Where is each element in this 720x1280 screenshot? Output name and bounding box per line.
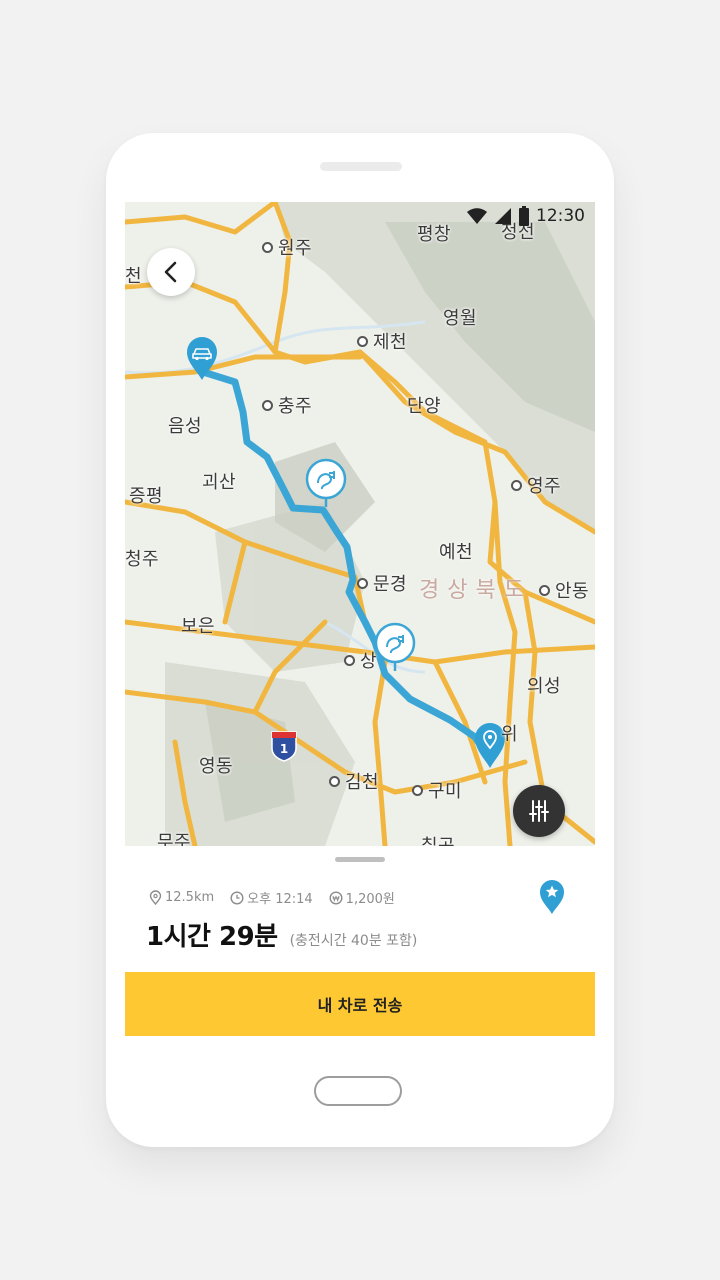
map-label-pyeongchang: 평창 — [417, 224, 452, 245]
route-summary-sheet: 12.5km 오후 12:14 1,200원 1시간 29분 (충전시간 40분… — [125, 846, 595, 1036]
charging-station-pin-1[interactable] — [303, 458, 349, 508]
route-map[interactable]: 1 원주 평창 정선 천 제천 영월 충주 단양 음성 괴산 증평 영주 청주 … — [125, 202, 595, 846]
cost-item: 1,200원 — [329, 888, 395, 907]
sheet-drag-handle[interactable] — [335, 857, 385, 862]
highway-shield-icon: 1 — [271, 731, 297, 762]
map-label-uiseong: 의성 — [527, 676, 562, 697]
route-options-button[interactable] — [513, 785, 565, 837]
duration-row: 1시간 29분 (충전시간 40분 포함) — [146, 916, 417, 953]
wifi-icon — [467, 208, 487, 224]
trip-meta: 12.5km 오후 12:14 1,200원 — [149, 888, 411, 907]
map-label-boeun: 보은 — [181, 616, 216, 637]
map-label-cheongju: 청주 — [125, 549, 160, 570]
send-to-car-button[interactable]: 내 차로 전송 — [125, 972, 595, 1036]
map-label-yecheon: 예천 — [439, 542, 474, 563]
map-label-yeongdong: 영동 — [199, 756, 234, 777]
map-label-goesan: 괴산 — [202, 472, 237, 493]
trip-cost: 1,200원 — [345, 892, 395, 907]
map-label-wonju: 원주 — [262, 234, 312, 260]
home-button[interactable] — [314, 1076, 402, 1106]
map-label-danyang: 단양 — [407, 396, 442, 417]
map-label-sangju: 상 — [344, 647, 377, 673]
map-label-eumseong: 음성 — [168, 416, 203, 437]
clock-icon — [230, 890, 244, 905]
arrival-item: 오후 12:14 — [230, 888, 313, 907]
map-label-yeongwol: 영월 — [443, 308, 478, 329]
map-label-gimcheon: 김천 — [329, 768, 379, 794]
app-screen: 1 원주 평창 정선 천 제천 영월 충주 단양 음성 괴산 증평 영주 청주 … — [125, 202, 595, 1036]
favorite-star-pin-icon[interactable] — [538, 878, 566, 916]
chevron-left-icon — [164, 261, 177, 283]
map-label-wi: 위 — [501, 724, 519, 745]
phone-speaker — [320, 162, 402, 171]
map-label-mungyeong: 문경 — [357, 570, 407, 596]
map-label-gumi: 구미 — [412, 777, 462, 803]
trip-distance: 12.5km — [165, 890, 215, 905]
map-label-chungju: 충주 — [262, 392, 312, 418]
won-currency-icon — [329, 890, 343, 905]
map-label-region: 경상북도 — [419, 578, 532, 603]
map-label-jeungpyeong: 증평 — [129, 486, 164, 507]
map-label-cheon: 천 — [125, 266, 143, 287]
distance-item: 12.5km — [149, 890, 214, 905]
back-button[interactable] — [147, 248, 195, 296]
map-label-yeongju: 영주 — [511, 472, 561, 498]
highway-number: 1 — [280, 742, 288, 756]
charging-time-note: (충전시간 40분 포함) — [289, 933, 418, 949]
map-label-jecheon: 제천 — [357, 328, 407, 354]
charging-station-pin-2[interactable] — [372, 622, 418, 672]
status-time: 12:30 — [536, 206, 585, 226]
battery-icon — [519, 206, 529, 226]
map-label-chilgok: 칠곡 — [421, 832, 455, 846]
cellular-signal-icon — [495, 208, 511, 224]
location-pin-icon — [149, 890, 162, 905]
sliders-icon — [529, 800, 549, 822]
map-canvas — [125, 202, 595, 846]
map-label-muju: 무주 — [157, 832, 192, 846]
start-car-pin[interactable] — [185, 335, 219, 381]
status-bar: 12:30 — [466, 205, 585, 227]
trip-arrival-time: 오후 12:14 — [247, 892, 313, 907]
trip-duration: 1시간 29분 — [146, 922, 278, 952]
map-label-andong: 안동 — [539, 577, 589, 603]
